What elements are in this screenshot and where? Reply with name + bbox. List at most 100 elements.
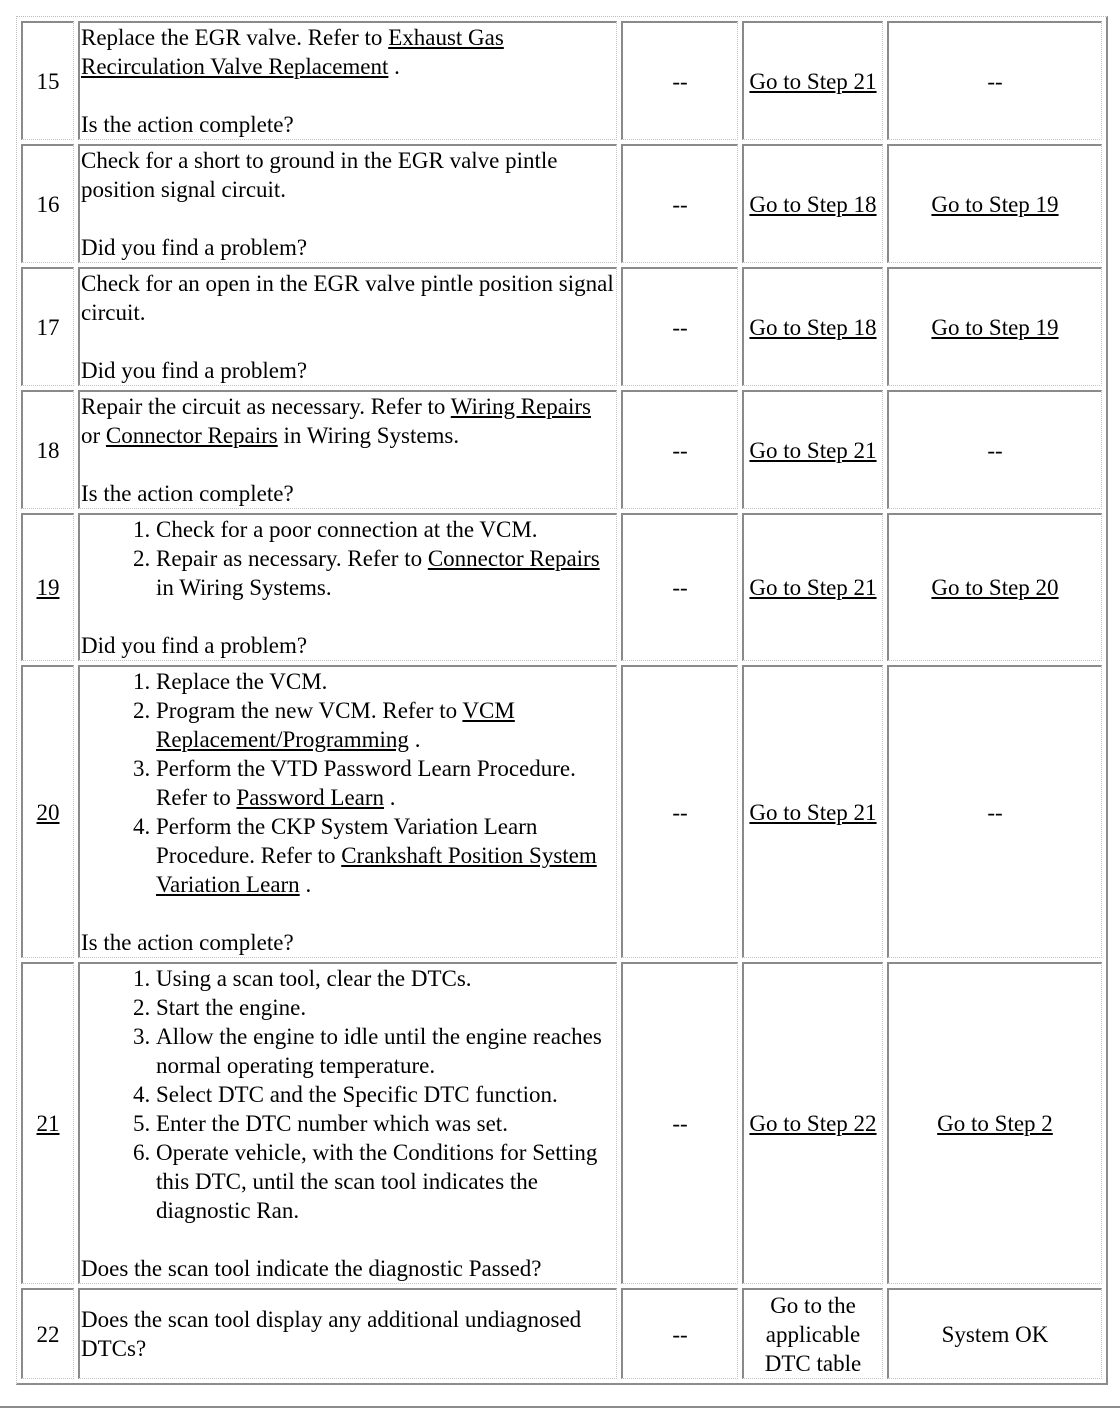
action-text: Operate vehicle, with the Conditions for… — [156, 1140, 598, 1223]
no-go-to-step-link[interactable]: Go to Step 19 — [931, 192, 1058, 217]
step-number-cell: 17 — [21, 267, 74, 386]
action-step-item: Program the new VCM. Refer to VCM Replac… — [156, 696, 615, 754]
table-row: 17 Check for an open in the EGR valve pin… — [21, 267, 1102, 386]
value-text: -- — [672, 191, 688, 217]
yes-go-to-step-link[interactable]: Go to Step 22 — [749, 1111, 876, 1136]
step-number-cell: 19 — [21, 513, 74, 661]
no-go-to-step-link[interactable]: Go to Step 20 — [931, 575, 1058, 600]
yes-go-to-step-link[interactable]: Go to Step 18 — [749, 192, 876, 217]
step-number-cell: 16 — [21, 144, 74, 263]
yes-cell: Go to Step 21 — [742, 665, 883, 958]
no-cell: -- — [887, 390, 1102, 509]
value-text: -- — [672, 575, 688, 600]
action-text: . — [408, 727, 421, 752]
no-cell: Go to Step 19 — [887, 267, 1102, 386]
value-cell: -- — [621, 267, 738, 386]
step-number: 15 — [36, 68, 60, 94]
value-cell: -- — [621, 144, 738, 263]
step-number: 16 — [36, 191, 60, 217]
no-cell: Go to Step 20 — [887, 513, 1102, 661]
yes-go-to-step-link[interactable]: Go to Step 21 — [749, 575, 876, 600]
no-go-to-step-link[interactable]: Go to Step 2 — [937, 1111, 1053, 1136]
reference-link[interactable]: Connector Repairs — [106, 423, 278, 448]
step-number: 17 — [36, 314, 60, 340]
action-text: Replace the VCM. — [156, 669, 328, 694]
diagnostic-table-container: 15 Replace the EGR valve. Refer to Exhaus… — [16, 16, 1108, 1385]
action-text: . — [388, 54, 400, 79]
action-step-item: Operate vehicle, with the Conditions for… — [156, 1138, 615, 1225]
yes-go-to-step-link[interactable]: Go to Step 18 — [749, 315, 876, 340]
action-text: Using a scan tool, clear the DTCs. — [156, 966, 472, 991]
value-cell: -- — [621, 962, 738, 1284]
action-text: Check for an open in the EGR valve pintl… — [81, 271, 614, 325]
action-cell: Repair the circuit as necessary. Refer t… — [78, 390, 617, 509]
action-step-item: Select DTC and the Specific DTC function… — [156, 1080, 615, 1109]
action-step-item: Using a scan tool, clear the DTCs. — [156, 964, 615, 993]
action-cell: Check for a short to ground in the EGR v… — [78, 144, 617, 263]
action-step-item: Start the engine. — [156, 993, 615, 1022]
action-text: Allow the engine to idle until the engin… — [156, 1024, 602, 1078]
yes-cell: Go to Step 18 — [742, 144, 883, 263]
table-row: 20 Replace the VCM.Program the new VCM. R… — [21, 665, 1102, 958]
yes-cell: Go to Step 21 — [742, 390, 883, 509]
action-steps-list: Using a scan tool, clear the DTCs. Start … — [81, 964, 615, 1225]
action-cell: Does the scan tool display any additiona… — [78, 1288, 617, 1379]
table-row: 18 Repair the circuit as necessary. Refer… — [21, 390, 1102, 509]
reference-link[interactable]: Password Learn — [236, 785, 384, 810]
table-row: 19 Check for a poor connection at the VCM… — [21, 513, 1102, 661]
value-cell: -- — [621, 665, 738, 958]
yes-text: Go to the applicable DTC table — [764, 1292, 862, 1376]
table-row: 22 Does the scan tool display any additio… — [21, 1288, 1102, 1379]
reference-link[interactable]: Wiring Repairs — [451, 394, 591, 419]
action-text: Start the engine. — [156, 995, 307, 1020]
value-cell: -- — [621, 1288, 738, 1379]
action-step-item: Perform the VTD Password Learn Procedure… — [156, 754, 615, 812]
action-text: Repair the circuit as necessary. Refer t… — [81, 394, 451, 419]
action-description: Check for a short to ground in the EGR v… — [81, 146, 615, 204]
action-text: Select DTC and the Specific DTC function… — [156, 1082, 558, 1107]
action-question: Is the action complete? — [81, 112, 294, 137]
action-text: Does the scan tool display any additiona… — [81, 1307, 582, 1361]
action-text: . — [384, 785, 396, 810]
yes-cell: Go to Step 21 — [742, 21, 883, 140]
step-number-cell: 20 — [21, 665, 74, 958]
yes-cell: Go to the applicable DTC table — [742, 1288, 883, 1379]
step-number-link[interactable]: 19 — [37, 575, 60, 600]
action-step-item: Repair as necessary. Refer to Connector … — [156, 544, 615, 602]
action-steps-list: Check for a poor connection at the VCM.R… — [81, 515, 615, 602]
no-text: -- — [987, 799, 1003, 825]
action-step-item: Allow the engine to idle until the engin… — [156, 1022, 615, 1080]
action-question: Is the action complete? — [81, 930, 294, 955]
no-go-to-step-link[interactable]: Go to Step 19 — [931, 315, 1058, 340]
yes-go-to-step-link[interactable]: Go to Step 21 — [749, 69, 876, 94]
action-step-item: Enter the DTC number which was set. — [156, 1109, 615, 1138]
step-number-link[interactable]: 20 — [37, 800, 60, 825]
yes-go-to-step-link[interactable]: Go to Step 21 — [749, 438, 876, 463]
step-number-link[interactable]: 21 — [37, 1111, 60, 1136]
action-step-item: Replace the VCM. — [156, 667, 615, 696]
no-text: -- — [987, 68, 1003, 94]
value-text: -- — [672, 314, 688, 340]
action-description: Check for an open in the EGR valve pintl… — [81, 269, 615, 327]
no-cell: -- — [887, 21, 1102, 140]
horizontal-rule — [0, 1406, 1120, 1408]
no-cell: Go to Step 19 — [887, 144, 1102, 263]
action-cell: Check for an open in the EGR valve pintl… — [78, 267, 617, 386]
action-cell: Replace the EGR valve. Refer to Exhaust … — [78, 21, 617, 140]
action-text: in Wiring Systems. — [156, 575, 332, 600]
reference-link[interactable]: Connector Repairs — [428, 546, 600, 571]
action-cell: Using a scan tool, clear the DTCs. Start … — [78, 962, 617, 1284]
action-steps-list: Replace the VCM.Program the new VCM. Ref… — [81, 667, 615, 899]
action-description: Does the scan tool display any additiona… — [81, 1305, 615, 1363]
yes-go-to-step-link[interactable]: Go to Step 21 — [749, 800, 876, 825]
yes-cell: Go to Step 18 — [742, 267, 883, 386]
action-question: Did you find a problem? — [81, 633, 308, 658]
action-question: Is the action complete? — [81, 481, 294, 506]
step-number-cell: 15 — [21, 21, 74, 140]
